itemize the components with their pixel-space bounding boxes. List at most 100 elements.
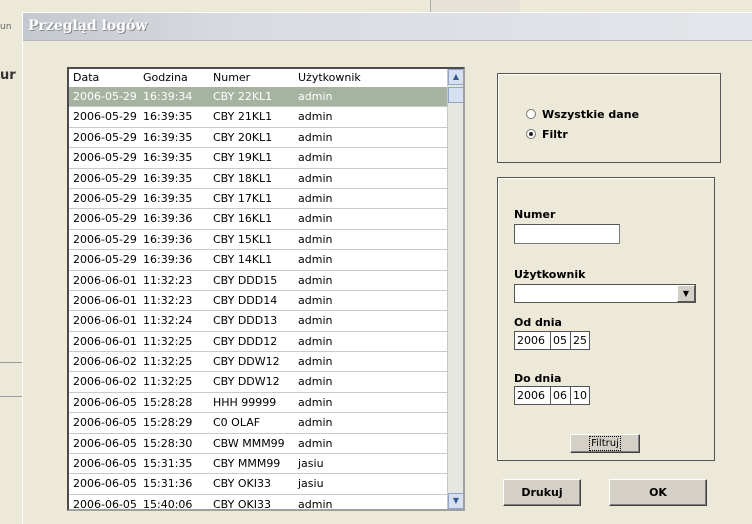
cell-number: CBY 15KL1 (213, 232, 273, 246)
number-label: Numer (514, 208, 556, 221)
cell-date: 2006-06-05 (73, 457, 137, 471)
vertical-scrollbar[interactable]: ▲ ▼ (447, 69, 463, 509)
cell-date: 2006-06-01 (73, 314, 137, 328)
column-header-time[interactable]: Godzina (143, 69, 188, 87)
table-row[interactable]: 2006-06-05 15:31:36 CBY OKI33 jasiu (69, 474, 449, 495)
table-row[interactable]: 2006-06-01 11:32:23 CBY DDD15 admin (69, 271, 449, 291)
cell-date: 2006-06-02 (73, 355, 137, 369)
table-row[interactable]: 2006-06-05 15:31:35 CBY MMM99 jasiu (69, 454, 449, 475)
cell-time: 15:28:30 (143, 436, 193, 450)
to-day[interactable]: 10 (571, 387, 589, 404)
radio-all-data[interactable]: Wszystkie dane (526, 108, 639, 121)
cell-number: CBY MMM99 (213, 457, 281, 471)
table-row[interactable]: 2006-05-29 16:39:34 CBY 22KL1 admin (69, 87, 449, 108)
cell-user: admin (298, 436, 333, 450)
cell-time: 16:39:36 (143, 253, 193, 267)
from-month[interactable]: 05 (551, 332, 571, 349)
table-row[interactable]: 2006-06-02 11:32:25 CBY DDW12 admin (69, 372, 449, 393)
cell-user: admin (298, 253, 333, 267)
table-row[interactable]: 2006-05-29 16:39:36 CBY 16KL1 admin (69, 209, 449, 230)
cell-date: 2006-06-01 (73, 273, 137, 287)
filter-button[interactable]: Filtruj (570, 434, 640, 453)
scroll-thumb[interactable] (448, 87, 463, 103)
table-row[interactable]: 2006-06-01 11:32:24 CBY DDD13 admin (69, 311, 449, 332)
table-row[interactable]: 2006-06-01 11:32:25 CBY DDD12 admin (69, 332, 449, 353)
table-row[interactable]: 2006-05-29 16:39:35 CBY 18KL1 admin (69, 169, 449, 189)
cell-date: 2006-06-05 (73, 416, 137, 430)
cell-time: 16:39:34 (143, 90, 193, 103)
mode-group: Wszystkie dane Filtr (497, 73, 721, 163)
background-text-fragment: ur (0, 68, 16, 83)
chevron-down-icon[interactable]: ▼ (677, 285, 695, 302)
from-date-label: Od dnia (514, 316, 562, 329)
cell-user: jasiu (298, 457, 324, 471)
cell-user: admin (298, 90, 333, 103)
filter-group: Numer Użytkownik ▼ Od dnia 2006 05 25 Do… (497, 177, 715, 461)
scroll-down-icon[interactable]: ▼ (448, 493, 463, 509)
cell-user: admin (298, 110, 333, 124)
cell-user: admin (298, 232, 333, 246)
table-row[interactable]: 2006-05-29 16:39:35 CBY 21KL1 admin (69, 107, 449, 128)
cell-number: CBY OKI33 (213, 497, 271, 511)
cell-date: 2006-06-01 (73, 293, 137, 307)
print-button[interactable]: Drukuj (503, 479, 581, 506)
cell-date: 2006-06-05 (73, 436, 137, 450)
cell-user: admin (298, 130, 333, 144)
cell-number: CBW MMM99 (213, 436, 285, 450)
cell-time: 11:32:23 (143, 293, 193, 307)
cell-date: 2006-06-05 (73, 497, 137, 511)
radio-filter[interactable]: Filtr (526, 128, 568, 141)
cell-number: CBY 16KL1 (213, 212, 273, 226)
cell-time: 11:32:23 (143, 273, 193, 287)
radio-off-icon[interactable] (526, 109, 536, 119)
cell-number: CBY 19KL1 (213, 151, 273, 165)
cell-user: admin (298, 355, 333, 369)
radio-on-icon[interactable] (526, 129, 536, 139)
table-row[interactable]: 2006-05-29 16:39:35 CBY 17KL1 admin (69, 189, 449, 210)
log-list[interactable]: Data Godzina Numer Użytkownik 2006-05-29… (67, 67, 465, 511)
ok-button[interactable]: OK (609, 479, 707, 506)
cell-time: 11:32:25 (143, 334, 193, 348)
column-header-number[interactable]: Numer (213, 69, 250, 87)
cell-user: jasiu (298, 477, 324, 491)
cell-date: 2006-05-29 (73, 151, 137, 165)
cell-user: admin (298, 191, 333, 205)
cell-number: CBY DDW12 (213, 355, 280, 369)
table-row[interactable]: 2006-06-05 15:28:30 CBW MMM99 admin (69, 434, 449, 455)
table-row[interactable]: 2006-06-05 15:40:06 CBY OKI33 admin (69, 495, 449, 511)
number-input[interactable] (514, 224, 620, 244)
radio-all-data-label: Wszystkie dane (542, 108, 640, 121)
to-month[interactable]: 06 (551, 387, 571, 404)
from-day[interactable]: 25 (571, 332, 589, 349)
column-header-date[interactable]: Data (73, 69, 99, 87)
column-header-user[interactable]: Użytkownik (298, 69, 361, 87)
user-select[interactable]: ▼ (514, 284, 696, 303)
cell-user: admin (298, 293, 333, 307)
radio-filter-label: Filtr (542, 128, 568, 141)
table-row[interactable]: 2006-06-05 15:28:28 HHH 99999 admin (69, 393, 449, 414)
list-header: Data Godzina Numer Użytkownik (69, 69, 449, 87)
table-row[interactable]: 2006-05-29 16:39:36 CBY 14KL1 admin (69, 250, 449, 271)
table-row[interactable]: 2006-05-29 16:39:35 CBY 20KL1 admin (69, 128, 449, 149)
cell-time: 16:39:36 (143, 232, 193, 246)
cell-number: CBY DDD15 (213, 273, 278, 287)
to-year[interactable]: 2006 (515, 387, 551, 404)
cell-time: 15:31:36 (143, 477, 193, 491)
table-row[interactable]: 2006-06-01 11:32:23 CBY DDD14 admin (69, 291, 449, 312)
table-row[interactable]: 2006-05-29 16:39:35 CBY 19KL1 admin (69, 148, 449, 169)
cell-number: CBY 17KL1 (213, 191, 273, 205)
to-date-picker[interactable]: 2006 06 10 (514, 386, 590, 405)
title-bar[interactable]: Przegląd logów (23, 13, 752, 41)
cell-number: CBY 14KL1 (213, 253, 273, 267)
list-rows: 2006-05-29 16:39:34 CBY 22KL1 admin 2006-05-… (69, 87, 449, 511)
cell-user: admin (298, 334, 333, 348)
from-date-picker[interactable]: 2006 05 25 (514, 331, 590, 350)
table-row[interactable]: 2006-05-29 16:39:36 CBY 15KL1 admin (69, 230, 449, 251)
from-year[interactable]: 2006 (515, 332, 551, 349)
table-row[interactable]: 2006-06-05 15:28:29 C0 OLAF admin (69, 413, 449, 434)
table-row[interactable]: 2006-06-02 11:32:25 CBY DDW12 admin (69, 352, 449, 373)
cell-number: CBY 21KL1 (213, 110, 273, 124)
cell-date: 2006-05-29 (73, 191, 137, 205)
background-text-fragment: un (0, 22, 12, 32)
scroll-up-icon[interactable]: ▲ (448, 69, 463, 85)
